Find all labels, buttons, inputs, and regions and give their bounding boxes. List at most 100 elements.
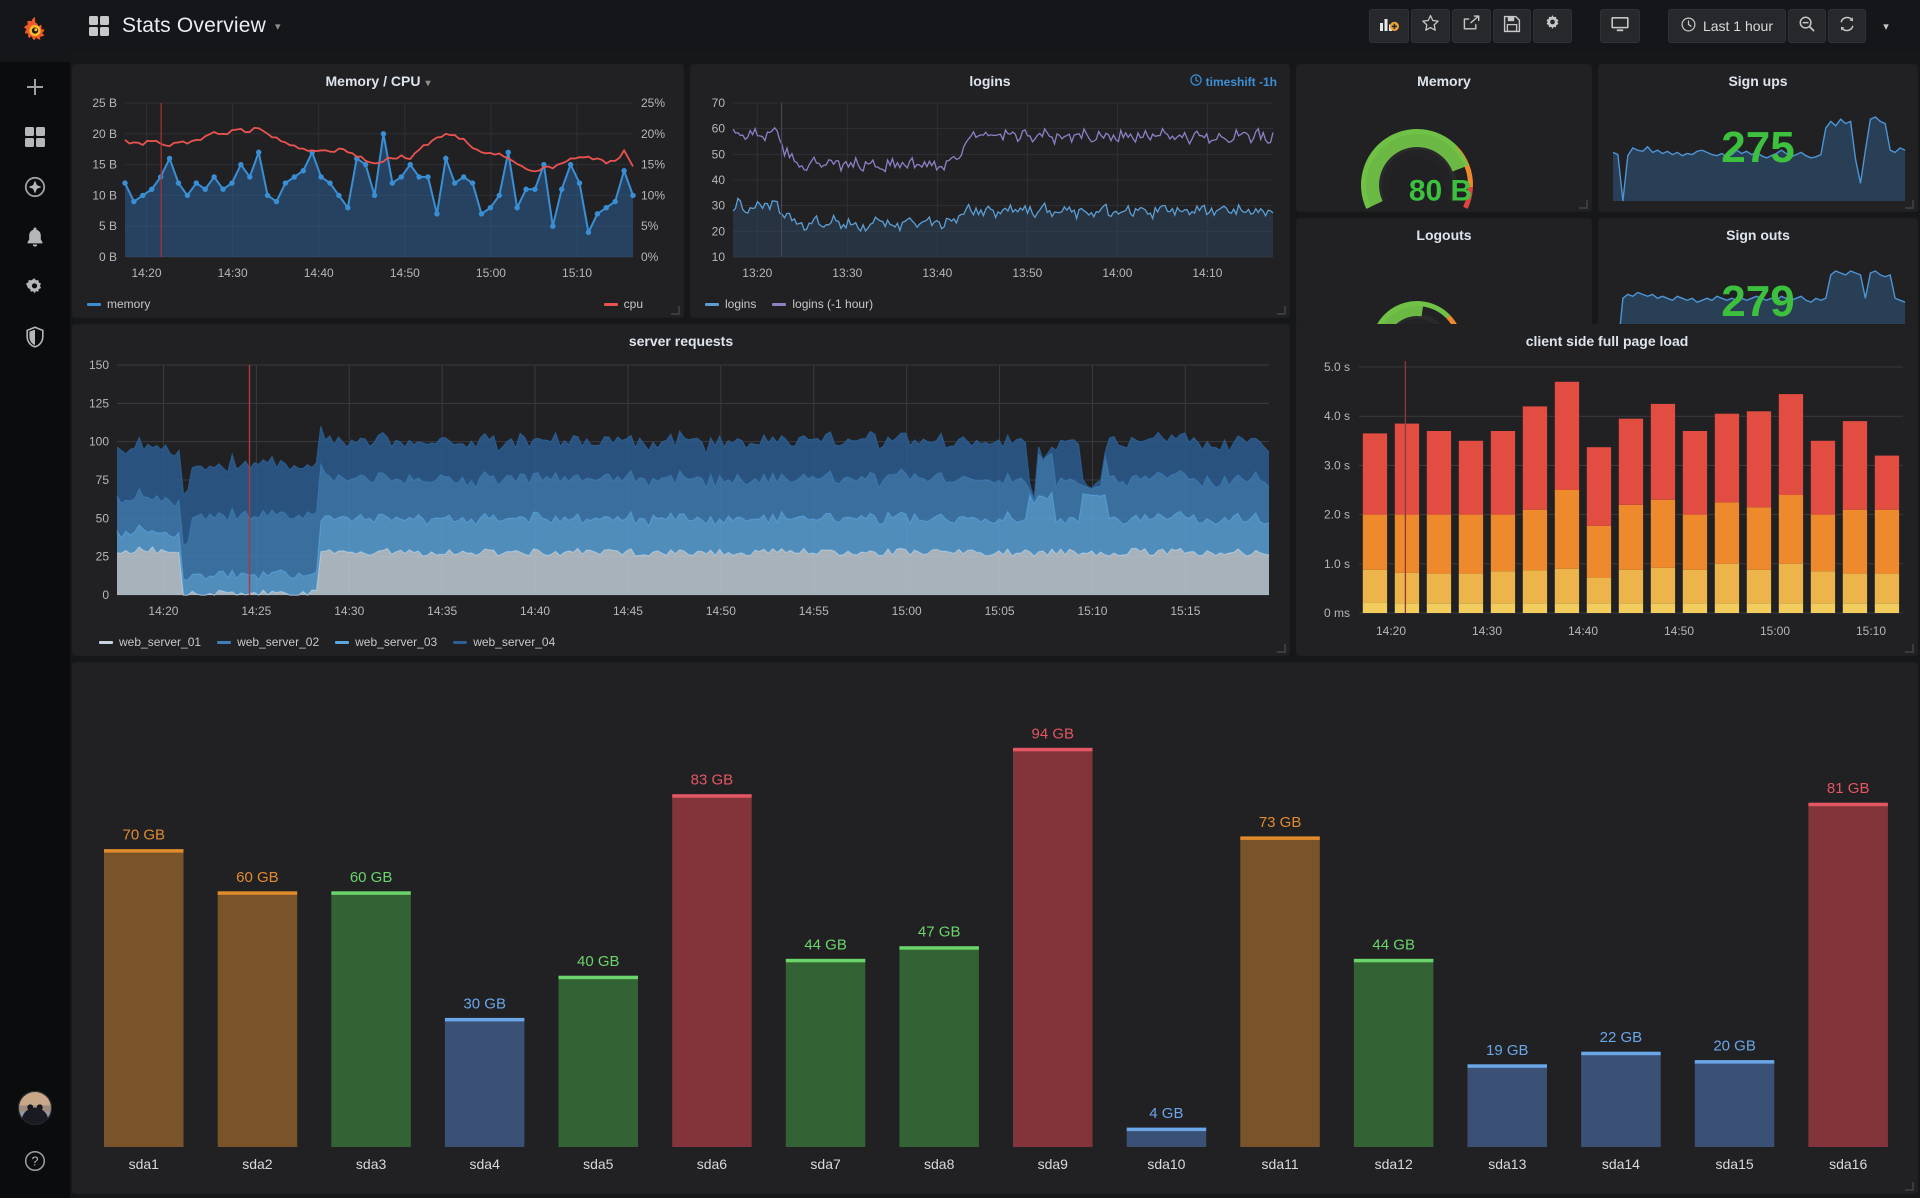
bar-value-label: 40 GB [577, 953, 620, 970]
legend-logins: logins logins (-1 hour) [691, 297, 1289, 311]
legend-label: web_server_01 [119, 635, 202, 649]
bar-value-label: 20 GB [1713, 1038, 1756, 1055]
panel-resize-handle[interactable] [1905, 1182, 1914, 1191]
x-axis-tick: 14:40 [520, 604, 550, 618]
bar-cap [217, 891, 298, 895]
mark-favorite-button[interactable] [1410, 9, 1450, 43]
timeshift-label: timeshift -1h [1205, 74, 1277, 89]
bar [444, 1020, 525, 1147]
bar-value-label: 94 GB [1032, 725, 1075, 742]
legend-item-logins[interactable]: logins [705, 297, 756, 311]
save-dashboard-button[interactable] [1492, 9, 1531, 43]
panel-title-logouts[interactable]: Logouts [1297, 219, 1591, 245]
chart-disk-usage: 70 GB sda1 60 GB sda2 60 GB sda3 30 GB sda4 40 G… [104, 725, 1888, 1172]
panel-title-signups[interactable]: Sign ups [1599, 65, 1917, 91]
y-axis-tick: 0 ms [1324, 606, 1350, 620]
share-dashboard-button[interactable] [1451, 9, 1491, 43]
legend-label: cpu [623, 297, 643, 311]
panel-resize-handle[interactable] [1905, 200, 1914, 209]
bar-cap [1694, 1060, 1775, 1064]
panel-signups: Sign ups 275 [1598, 64, 1918, 212]
chevron-down-icon[interactable]: ▾ [275, 20, 281, 33]
chart-logins: 10 20 30 40 50 60 70 13:20 13:30 13:40 13:50 14:00 1… [712, 96, 1274, 280]
sidebar-item-help[interactable]: ? [0, 1136, 70, 1186]
sidebar-item-alerting[interactable] [0, 212, 70, 262]
sidebar-item-user-avatar[interactable] [0, 1086, 70, 1136]
bar-value-label: 30 GB [463, 995, 506, 1012]
y-axis-tick: 5 B [99, 219, 117, 233]
bar-category-label: sda8 [924, 1156, 955, 1172]
bar-value-label: 19 GB [1486, 1042, 1529, 1059]
y-axis-tick: 5.0 s [1324, 360, 1350, 374]
panel-resize-handle[interactable] [1579, 200, 1588, 209]
legend-swatch [87, 302, 101, 306]
bar-value-label: 73 GB [1259, 814, 1302, 831]
grafana-logo-icon[interactable] [0, 0, 70, 62]
panel-title-page-load[interactable]: client side full page load [1297, 325, 1917, 351]
sidebar-item-dashboards[interactable] [0, 112, 70, 162]
toolbar-button-group [1368, 9, 1572, 43]
legend-label: web_server_02 [237, 635, 320, 649]
compass-icon [24, 176, 46, 198]
y-axis-tick: 15 B [92, 158, 117, 172]
panel-title-text: Memory / CPU [325, 73, 421, 89]
save-floppy-icon [1503, 15, 1521, 38]
page-title[interactable]: Stats Overview [122, 14, 266, 38]
x-axis-tick: 13:50 [1012, 266, 1042, 280]
bar-cap [558, 975, 638, 980]
panel-server-requests: server requests 0 25 50 75 100 125 150 14:20 14:… [72, 324, 1290, 656]
legend-item-cpu[interactable]: cpu [603, 297, 643, 311]
panel-title-signouts[interactable]: Sign outs [1599, 219, 1917, 245]
sidebar-item-server-admin[interactable] [0, 312, 70, 362]
legend-item-logins-shift[interactable]: logins (-1 hour) [772, 297, 873, 311]
bar [1240, 838, 1320, 1147]
y-axis-tick: 3.0 s [1324, 458, 1350, 472]
bar-category-label: sda9 [1038, 1156, 1069, 1172]
x-axis-tick: 15:00 [892, 604, 922, 618]
legend-item-memory[interactable]: memory [87, 297, 150, 311]
x-axis-tick: 14:45 [613, 604, 643, 618]
refresh-icon [1838, 15, 1856, 38]
refresh-interval-caret[interactable]: ▾ [1868, 9, 1904, 43]
legend-item-web-server-03[interactable]: web_server_03 [335, 635, 437, 649]
star-icon [1421, 14, 1440, 38]
bar-cap [1126, 1127, 1207, 1132]
panel-title-memory-cpu[interactable]: Memory / CPU ▾ [73, 65, 683, 91]
panel-resize-handle[interactable] [1277, 644, 1286, 653]
refresh-button[interactable] [1828, 9, 1866, 43]
sidebar-item-configuration[interactable] [0, 262, 70, 312]
dashboard-grid-icon [88, 15, 110, 37]
legend-item-web-server-02[interactable]: web_server_02 [217, 635, 319, 649]
bar [785, 961, 866, 1147]
legend-item-web-server-04[interactable]: web_server_04 [453, 635, 555, 649]
x-axis-tick: 14:25 [241, 604, 271, 618]
cycle-view-mode-button[interactable] [1599, 9, 1640, 43]
legend-item-web-server-01[interactable]: web_server_01 [99, 635, 201, 649]
y-axis-tick: 100 [89, 435, 109, 449]
dashboard-settings-button[interactable] [1532, 9, 1572, 43]
timeshift-badge[interactable]: timeshift -1h [1189, 74, 1277, 89]
time-range-label: Last 1 hour [1702, 18, 1773, 34]
panel-title-server-requests[interactable]: server requests [73, 325, 1289, 351]
panel-resize-handle[interactable] [1277, 306, 1286, 315]
y-axis-tick: 10 [712, 250, 726, 264]
panel-resize-handle[interactable] [671, 306, 680, 315]
y2-axis-tick: 10% [641, 188, 665, 202]
sidebar-item-create-add[interactable] [0, 62, 70, 112]
chart-server-requests: 0 25 50 75 100 125 150 14:20 14:25 14:30 14:35 14:4… [89, 358, 1270, 618]
panel-title-memory-gauge[interactable]: Memory [1297, 65, 1591, 91]
sidebar-item-explore[interactable] [0, 162, 70, 212]
bar [1694, 1062, 1775, 1147]
time-range-picker[interactable]: Last 1 hour [1667, 9, 1786, 43]
gauge-memory: 80 B [1361, 128, 1473, 209]
y-axis-tick: 75 [96, 473, 110, 487]
zoom-out-button[interactable] [1788, 9, 1826, 43]
bar [1353, 961, 1434, 1147]
bar-cap [899, 946, 979, 950]
add-panel-button[interactable] [1368, 9, 1409, 43]
y2-axis-tick: 25% [641, 96, 665, 110]
x-axis-tick: 13:40 [922, 266, 952, 280]
panel-resize-handle[interactable] [1905, 644, 1914, 653]
x-axis-tick: 14:40 [304, 266, 334, 280]
bar [1581, 1054, 1661, 1147]
